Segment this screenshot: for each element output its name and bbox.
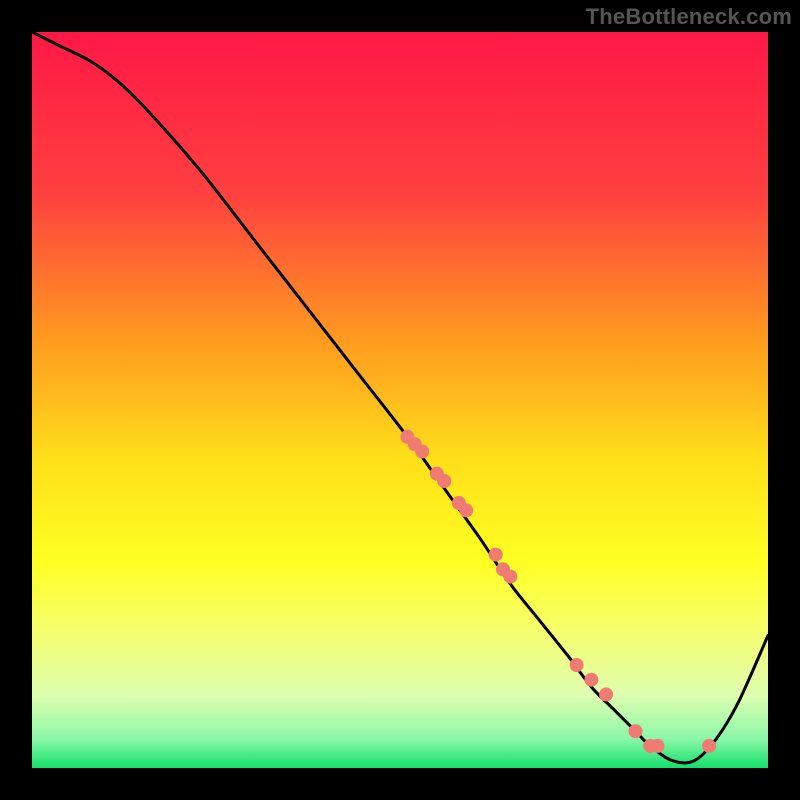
chart-svg <box>32 32 768 768</box>
plot-area <box>32 32 768 768</box>
data-point <box>651 739 665 753</box>
data-point <box>599 687 613 701</box>
data-point <box>415 445 429 459</box>
chart-frame: TheBottleneck.com <box>0 0 800 800</box>
data-point <box>629 724 643 738</box>
data-point <box>489 548 503 562</box>
watermark-text: TheBottleneck.com <box>586 4 792 30</box>
data-point <box>503 570 517 584</box>
data-point <box>584 673 598 687</box>
data-point <box>437 474 451 488</box>
data-point <box>459 503 473 517</box>
gradient-background <box>32 32 768 768</box>
data-point <box>570 658 584 672</box>
data-point <box>702 739 716 753</box>
